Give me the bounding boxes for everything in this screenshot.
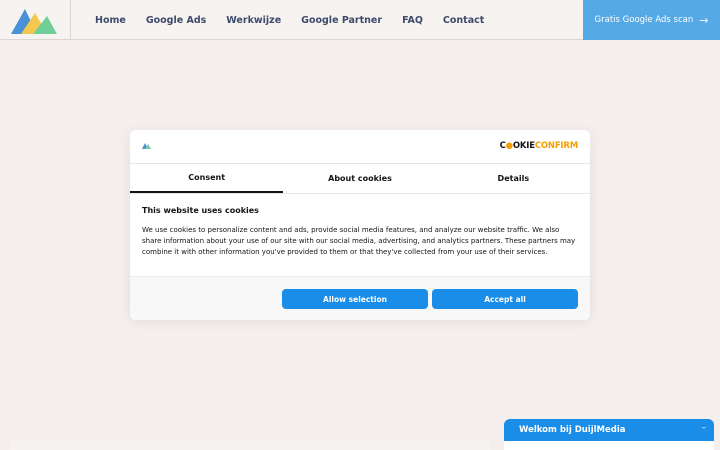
free-scan-label: Gratis Google Ads scan [594, 15, 694, 25]
nav-werkwijze[interactable]: Werkwijze [226, 15, 281, 26]
free-scan-button[interactable]: Gratis Google Ads scan → [583, 0, 720, 40]
cookieconfirm-logo: C●OKIECONFIRM [499, 141, 579, 151]
nav-contact[interactable]: Contact [443, 15, 484, 26]
chat-widget[interactable]: Welkom bij DuijlMedia – [504, 419, 714, 450]
cookie-dialog-header: C●OKIECONFIRM [130, 130, 590, 164]
cookie-title: This website uses cookies [142, 206, 259, 215]
tab-details[interactable]: Details [437, 164, 590, 193]
main-nav: Home Google Ads Werkwijze Google Partner… [95, 0, 504, 40]
nav-faq[interactable]: FAQ [402, 15, 423, 26]
site-header: Home Google Ads Werkwijze Google Partner… [0, 0, 720, 40]
tab-about-cookies[interactable]: About cookies [283, 164, 436, 193]
chat-title: Welkom bij DuijlMedia [519, 425, 626, 435]
nav-google-partner[interactable]: Google Partner [301, 15, 382, 26]
cookie-buttons: Allow selection Accept all [130, 276, 590, 320]
cookie-text: We use cookies to personalize content an… [142, 226, 576, 256]
page-card-edge [10, 440, 490, 450]
nav-google-ads[interactable]: Google Ads [146, 15, 206, 26]
cookie-body: This website uses cookies We use cookies… [130, 194, 590, 276]
tab-consent[interactable]: Consent [130, 164, 284, 193]
cookie-dialog: C●OKIECONFIRM Consent About cookies Deta… [130, 130, 590, 320]
allow-selection-button[interactable]: Allow selection [282, 289, 428, 309]
accept-all-button[interactable]: Accept all [432, 289, 578, 309]
chat-body [504, 441, 714, 450]
cookie-tabs: Consent About cookies Details [130, 164, 590, 194]
arrow-right-icon: → [699, 13, 709, 27]
nav-home[interactable]: Home [95, 15, 126, 26]
mountains-logo-small-icon [142, 143, 151, 149]
minimize-icon[interactable]: – [702, 423, 707, 433]
logo[interactable] [0, 0, 71, 40]
mountains-logo-icon [11, 9, 57, 34]
